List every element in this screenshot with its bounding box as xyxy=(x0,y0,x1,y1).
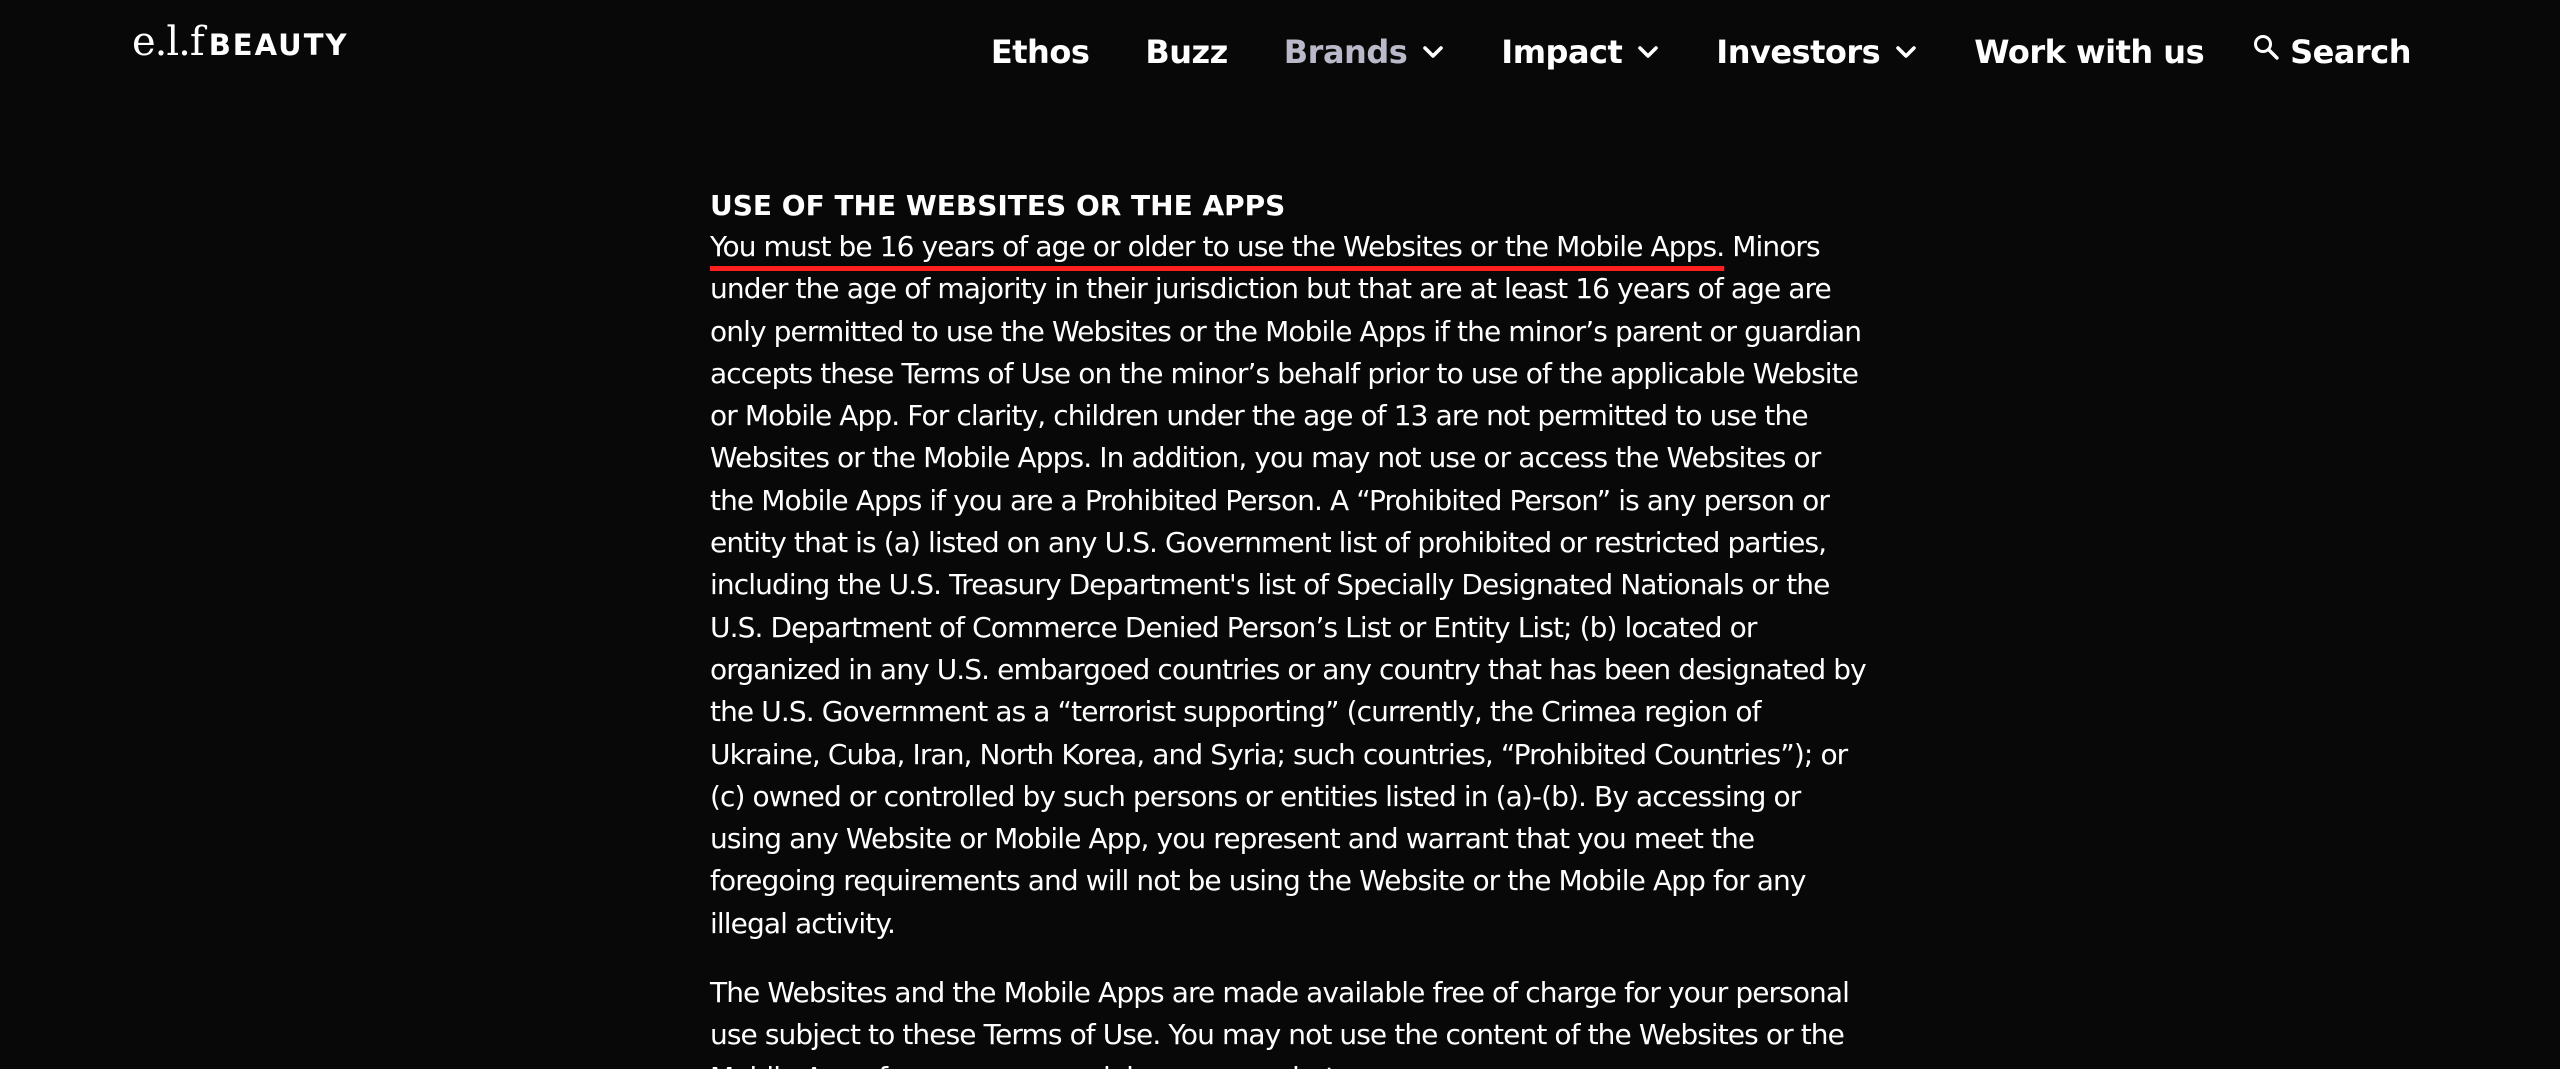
page: e.l.f BEAUTY Ethos Buzz Brands Impact In… xyxy=(0,0,2560,1069)
nav-item-work-with-us[interactable]: Work with us xyxy=(1974,33,2204,71)
paragraph-body: Minors under the age of majority in thei… xyxy=(710,230,1867,940)
terms-section: USE OF THE WEBSITES OR THE APPS You must… xyxy=(710,186,1870,1069)
chevron-down-icon xyxy=(1638,46,1659,58)
nav-item-investors[interactable]: Investors xyxy=(1716,33,1918,71)
nav-item-ethos[interactable]: Ethos xyxy=(990,33,1090,71)
nav-item-label: Work with us xyxy=(1974,33,2205,71)
nav-item-impact[interactable]: Impact xyxy=(1501,33,1660,71)
nav-item-buzz[interactable]: Buzz xyxy=(1145,33,1228,71)
search-icon xyxy=(2254,35,2279,60)
search-button[interactable]: Search xyxy=(2252,33,2411,71)
chevron-down-icon xyxy=(1896,46,1917,58)
nav-item-brands[interactable]: Brands xyxy=(1284,33,1446,71)
chevron-down-icon xyxy=(1423,46,1444,58)
nav-item-label: Buzz xyxy=(1145,33,1228,71)
highlighted-sentence: You must be 16 years of age or older to … xyxy=(710,230,1725,263)
paragraph-age-requirements: You must be 16 years of age or older to … xyxy=(710,226,1870,945)
paragraph-free-of-charge: The Websites and the Mobile Apps are mad… xyxy=(710,976,1850,1069)
nav-item-label: Investors xyxy=(1716,33,1881,71)
search-label: Search xyxy=(2290,33,2411,71)
nav-item-label: Brands xyxy=(1283,33,1408,71)
logo-word: BEAUTY xyxy=(208,28,349,62)
main-nav: Ethos Buzz Brands Impact Investors Work … xyxy=(990,22,2412,82)
nav-item-label: Ethos xyxy=(990,33,1090,71)
brand-logo[interactable]: e.l.f BEAUTY xyxy=(132,14,349,70)
nav-item-label: Impact xyxy=(1501,33,1623,71)
logo-script: e.l.f xyxy=(132,19,205,65)
section-heading: USE OF THE WEBSITES OR THE APPS xyxy=(710,189,1286,222)
